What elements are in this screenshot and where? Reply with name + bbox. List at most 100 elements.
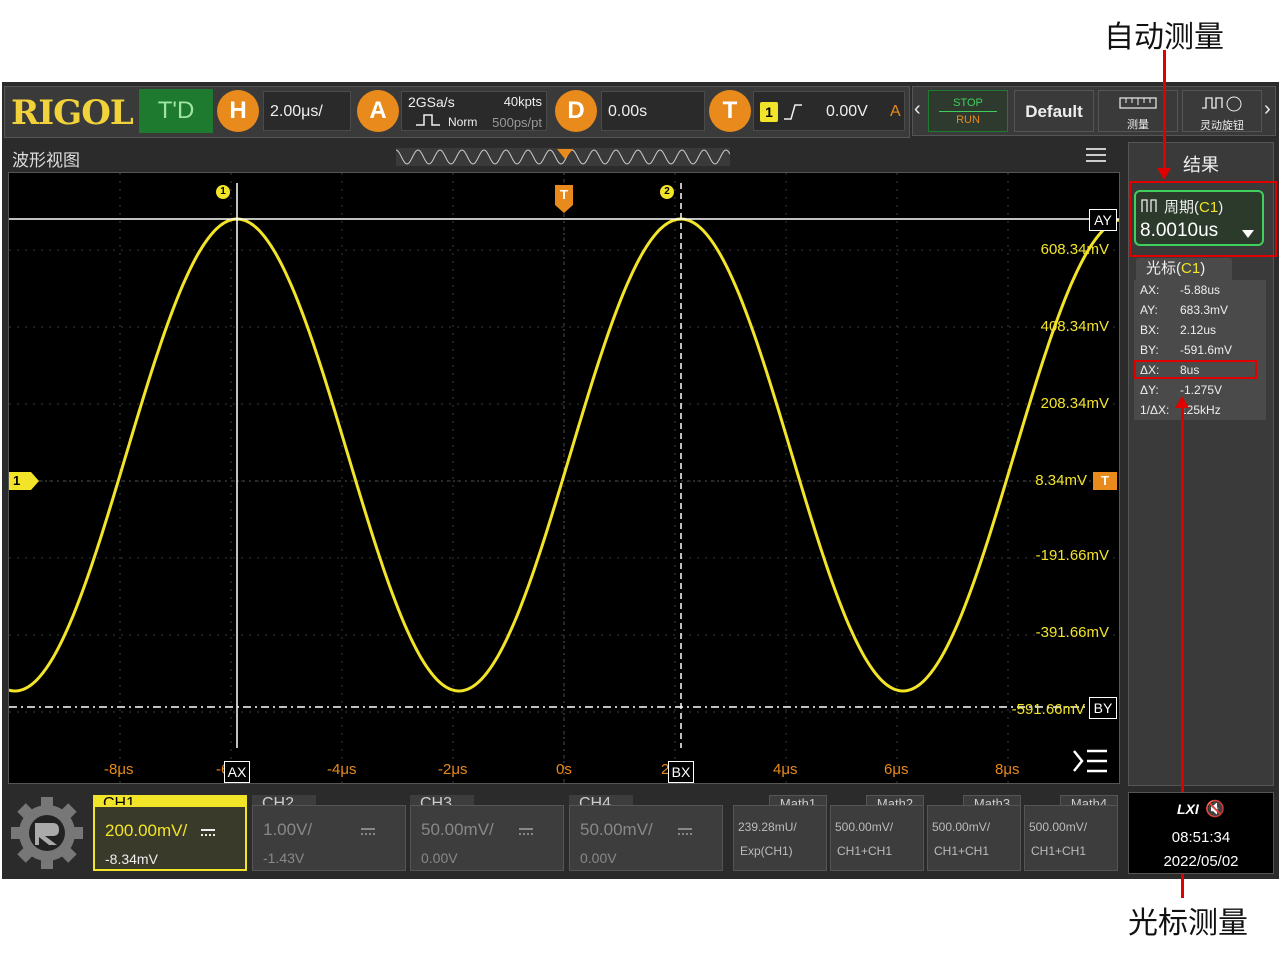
cursor-result-key: 1/ΔX: xyxy=(1140,403,1170,417)
stop-label: STOP xyxy=(953,97,983,109)
delay-button[interactable]: D xyxy=(555,90,597,132)
ruler-icon xyxy=(1119,97,1157,109)
home-gear-button[interactable] xyxy=(8,794,86,872)
time-mode-button[interactable]: T'D xyxy=(139,89,213,133)
y-tick-label: -391.66mV xyxy=(1035,624,1109,641)
cursor-title: 光标( xyxy=(1146,260,1181,277)
cursor-result-value: 2.12us xyxy=(1180,323,1217,337)
trigger-panel[interactable]: 1 0.00V A xyxy=(753,91,905,131)
trigger-position-marker-icon xyxy=(557,149,573,159)
cursor1-marker[interactable]: 1 xyxy=(216,185,230,199)
delta-x-highlight xyxy=(1134,360,1257,379)
trigger-status: A xyxy=(890,103,901,120)
math-scale: 500.00mV/ xyxy=(835,820,894,834)
x-tick-label: 0s xyxy=(556,761,572,778)
delay-value[interactable]: 0.00s xyxy=(601,91,705,131)
y-tick-label: -591.66mV xyxy=(1011,701,1085,718)
channel-offset: 0.00V xyxy=(580,850,617,866)
callout-cursor-measure: 光标测量 xyxy=(1128,906,1248,941)
dc-coupling-icon xyxy=(678,828,692,835)
run-label: RUN xyxy=(956,114,980,126)
sample-rate: 2GSa/s xyxy=(408,94,455,110)
ax-cursor-tag[interactable]: AX xyxy=(224,761,250,783)
x-tick-label: 6μs xyxy=(884,761,909,778)
auto-measure-highlight xyxy=(1129,181,1277,257)
acq-mode: Norm xyxy=(448,115,478,129)
default-label: Default xyxy=(1025,102,1083,121)
ch1-offset-marker[interactable]: 1 xyxy=(9,472,31,490)
math-tile-2[interactable]: 500.00mV/CH1+CH1 xyxy=(830,805,924,871)
channel-offset: -1.43V xyxy=(263,850,305,866)
math-expression: CH1+CH1 xyxy=(1031,844,1087,858)
waveform-canvas xyxy=(9,173,1119,783)
acquire-panel[interactable]: 2GSa/s 40kpts Norm 500ps/pt xyxy=(401,91,547,131)
cursor-result-key: ΔY: xyxy=(1140,383,1159,397)
channel-tile-2[interactable]: 1.00V/ -1.43V xyxy=(252,805,406,871)
channel-scale: 1.00V/ xyxy=(263,820,313,839)
waveform-view-title: 波形视图 xyxy=(12,151,80,170)
top-toolbar: RIGOL T'D H 2.00μs/ A 2GSa/s 40kpts Norm… xyxy=(4,86,910,138)
smart-knob-button[interactable]: 灵动旋钮 xyxy=(1182,90,1262,132)
channel-scale: 50.00mV/ xyxy=(421,820,494,839)
resolution: 500ps/pt xyxy=(492,115,542,130)
acquire-button[interactable]: A xyxy=(357,90,399,132)
channel-tile-3[interactable]: 50.00mV/0.00V xyxy=(410,805,564,871)
math-tile-4[interactable]: 500.00mV/CH1+CH1 xyxy=(1024,805,1118,871)
run-stop-button[interactable]: STOP RUN xyxy=(928,90,1008,132)
clock-time: 08:51:34 xyxy=(1171,829,1231,846)
by-cursor-tag[interactable]: BY xyxy=(1089,697,1117,719)
ch1-marker-tip xyxy=(31,472,39,490)
callout-line-top xyxy=(1163,50,1166,170)
speaker-muted-icon[interactable]: 🔇 xyxy=(1205,799,1225,819)
default-button[interactable]: Default xyxy=(1014,90,1094,132)
rigol-logo: RIGOL xyxy=(11,93,134,133)
cursor2-marker[interactable]: 2 xyxy=(660,185,674,199)
y-tick-label: 608.34mV xyxy=(1040,241,1109,258)
cursor-result-value: -591.6mV xyxy=(1180,343,1233,357)
cursor-result-key: AX: xyxy=(1140,283,1160,297)
x-tick-label: 8μs xyxy=(995,761,1020,778)
math-tile-1[interactable]: 239.28mU/Exp(CH1) xyxy=(733,805,827,871)
trigger-button[interactable]: T xyxy=(709,90,751,132)
x-tick-label: -4μs xyxy=(327,761,357,778)
dc-coupling-icon xyxy=(519,828,533,835)
bx-cursor-tag[interactable]: BX xyxy=(668,761,694,783)
collapse-menu-icon[interactable] xyxy=(1071,748,1109,774)
channel-scale: 50.00mV/ xyxy=(580,820,653,839)
results-title: 结果 xyxy=(1183,155,1219,175)
cursor-result-row: BX: 2.12us xyxy=(1140,323,1216,337)
trigger-position-marker[interactable]: T xyxy=(555,185,573,205)
trigger-level-tag[interactable]: T xyxy=(1093,472,1117,490)
channel-tile-1[interactable]: 200.00mV/ -8.34mV xyxy=(93,805,247,871)
cursor-results-tab[interactable]: 光标(C1) xyxy=(1136,258,1232,280)
y-tick-label: 8.34mV xyxy=(1035,472,1087,489)
callout-arrow-up-icon xyxy=(1175,396,1189,408)
cursor-result-key: AY: xyxy=(1140,303,1158,317)
menu-icon[interactable] xyxy=(1086,148,1106,162)
math-tile-3[interactable]: 500.00mV/CH1+CH1 xyxy=(927,805,1021,871)
waveform-plot[interactable]: 1 2 T 1 608.34mV 408.34mV 208.34mV 8.34m… xyxy=(8,172,1120,784)
x-tick-label: -8μs xyxy=(104,761,134,778)
lxi-logo: LXI xyxy=(1177,801,1199,817)
channel-offset: -8.34mV xyxy=(105,851,158,867)
scroll-left-icon[interactable]: ‹ xyxy=(914,98,921,121)
channel-scale: 200.00mV/ xyxy=(105,821,188,840)
y-tick-label: -191.66mV xyxy=(1035,547,1109,564)
cursor-result-value: -5.88us xyxy=(1180,283,1221,297)
x-tick-label: 4μs xyxy=(773,761,798,778)
channel-tile-4[interactable]: 50.00mV/0.00V xyxy=(569,805,723,871)
y-tick-label: 208.34mV xyxy=(1040,395,1109,412)
cursor-result-key: BY: xyxy=(1140,343,1159,357)
cursor-result-row: AY: 683.3mV xyxy=(1140,303,1228,317)
scroll-right-icon[interactable]: › xyxy=(1264,98,1271,121)
horizontal-button[interactable]: H xyxy=(217,90,259,132)
cursor-title-close: ) xyxy=(1200,260,1206,277)
cursor-result-row: BY: -591.6mV xyxy=(1140,343,1232,357)
callout-arrow-down-icon xyxy=(1157,168,1171,180)
rising-edge-icon xyxy=(784,104,802,120)
ay-cursor-tag[interactable]: AY xyxy=(1089,209,1117,231)
measure-button[interactable]: 测量 xyxy=(1098,90,1178,132)
math-scale: 500.00mV/ xyxy=(932,820,991,834)
trigger-level: 0.00V xyxy=(826,103,868,120)
timebase-value[interactable]: 2.00μs/ xyxy=(263,91,351,131)
